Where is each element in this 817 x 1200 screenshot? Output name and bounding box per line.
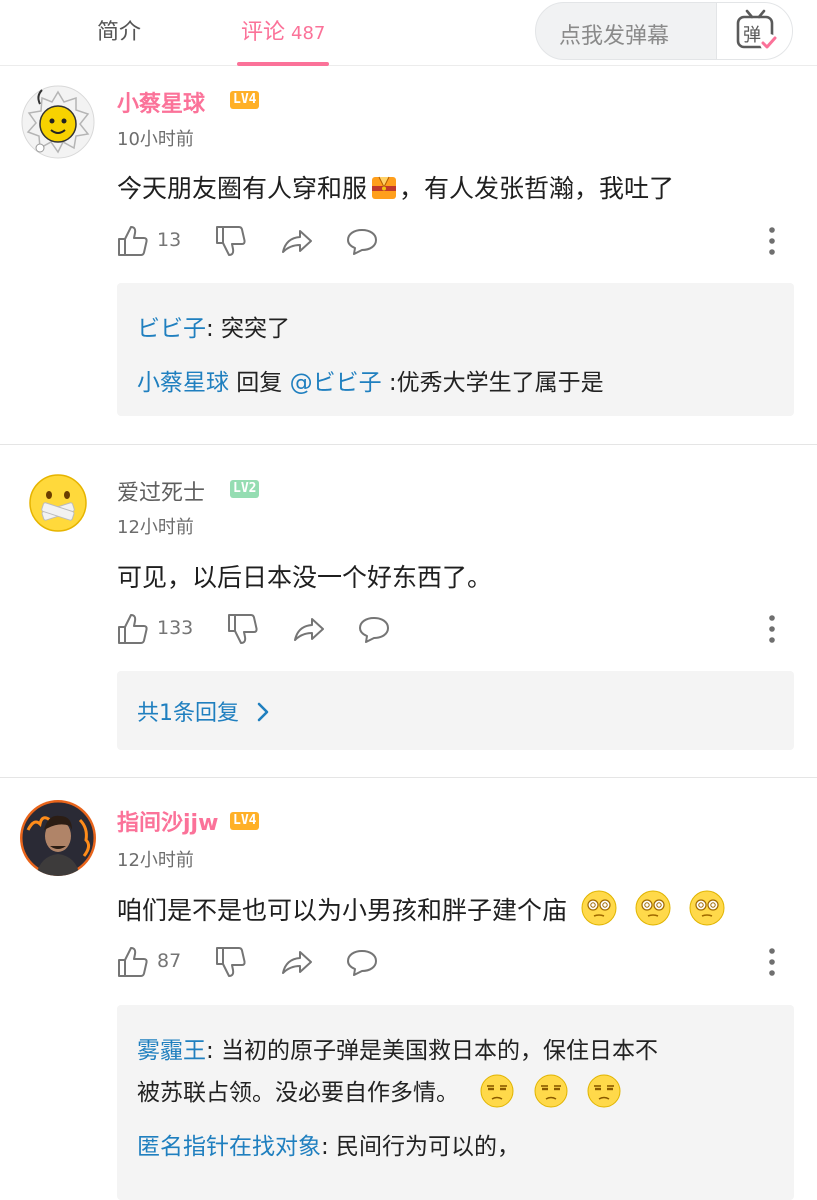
reply-text: : 民间行为可以的， — [321, 1134, 521, 1160]
comment-text-part: 今天朋友圈有人穿和服 — [117, 174, 368, 203]
top-tab-bar: 简介 评论 487 点我发弹幕 弹 — [0, 0, 817, 66]
view-replies-link[interactable]: 共1条回复 — [137, 695, 270, 727]
reply-text: 被苏联占领。没必要自作多情。 — [137, 1080, 459, 1106]
reply-username[interactable]: ビビ子 — [137, 316, 206, 342]
reply-icon[interactable] — [357, 612, 391, 646]
danmaku-placeholder: 点我发弹幕 — [559, 24, 670, 49]
unamused-face-emoji-icon — [534, 1074, 568, 1107]
share-icon[interactable] — [280, 945, 314, 979]
like-icon[interactable] — [117, 224, 149, 258]
comment-username[interactable]: 爱过死士 — [117, 475, 205, 507]
share-icon[interactable] — [280, 224, 314, 258]
reply-preview-box[interactable]: ビビ子: 突突了 小蔡星球 回复 @ビビ子 :优秀大学生了属于是 — [117, 283, 794, 416]
more-options-icon[interactable] — [765, 224, 779, 258]
comment-item: 指间沙jjw LV4 12小时前 咱们是不是也可以为小男孩和胖子建个庙 87 雾… — [0, 778, 817, 1200]
danmaku-toggle-button[interactable]: 弹 — [716, 3, 792, 59]
more-options-icon[interactable] — [765, 612, 779, 646]
avatar[interactable] — [20, 84, 96, 160]
avatar-photo-icon — [20, 800, 96, 876]
reply-preview-box[interactable]: 雾霾王: 当初的原子弹是美国救日本的，保住日本不 被苏联占领。没必要自作多情。 — [117, 1005, 794, 1200]
reply-username[interactable]: 小蔡星球 — [137, 370, 229, 396]
comment-actions: 87 — [117, 945, 797, 979]
reply-text: : 当初的原子弹是美国救日本的，保住日本不 — [206, 1038, 659, 1064]
comment-actions: 13 — [117, 224, 797, 258]
dizzy-face-emoji-icon — [689, 890, 725, 926]
comment-time: 12小时前 — [117, 850, 194, 871]
chevron-right-icon — [257, 702, 269, 722]
unamused-face-emoji-icon — [587, 1074, 621, 1107]
reply-item: 雾霾王: 当初的原子弹是美国救日本的，保住日本不 — [137, 1031, 658, 1065]
like-icon[interactable] — [117, 612, 149, 646]
avatar-zipped-mouth-emoji-icon — [29, 474, 87, 532]
avatar-lion-icon — [21, 85, 95, 159]
avatar[interactable] — [28, 473, 88, 533]
replies-count-label: 共1条回复 — [137, 701, 239, 726]
tab-intro[interactable]: 简介 — [97, 14, 141, 46]
more-options-icon[interactable] — [765, 945, 779, 979]
comment-text: 今天朋友圈有人穿和服 ，有人发张哲瀚，我吐了 — [117, 169, 674, 205]
reply-username[interactable]: 匿名指针在找对象 — [137, 1134, 321, 1160]
comments-count: 487 — [291, 23, 326, 44]
like-count: 87 — [157, 950, 182, 972]
reply-item: 小蔡星球 回复 @ビビ子 :优秀大学生了属于是 — [137, 363, 604, 397]
comment-text: 咱们是不是也可以为小男孩和胖子建个庙 — [117, 890, 725, 927]
replies-summary-box[interactable]: 共1条回复 — [117, 671, 794, 750]
user-level-badge: LV2 — [230, 480, 260, 498]
reply-icon[interactable] — [345, 224, 379, 258]
unamused-face-emoji-icon — [480, 1074, 514, 1107]
like-count: 133 — [157, 617, 194, 639]
reply-item: 匿名指针在找对象: 民间行为可以的， — [137, 1127, 520, 1161]
comment-time: 10小时前 — [117, 129, 194, 150]
danmaku-input[interactable]: 点我发弹幕 弹 — [535, 2, 793, 60]
reply-text: : 突突了 — [206, 316, 291, 342]
dislike-icon[interactable] — [227, 612, 259, 646]
comment-text-tail: ，有人发张哲瀚，我吐了 — [399, 174, 675, 203]
tab-comments[interactable]: 评论 487 — [241, 14, 325, 46]
reply-text: :优秀大学生了属于是 — [381, 370, 604, 396]
reply-icon[interactable] — [345, 945, 379, 979]
danmaku-icon-char: 弹 — [743, 25, 761, 46]
user-level-badge: LV4 — [230, 812, 260, 830]
comment-username[interactable]: 小蔡星球 — [117, 86, 205, 118]
comment-actions: 133 — [117, 612, 797, 646]
reply-username[interactable]: 雾霾王 — [137, 1038, 206, 1064]
dislike-icon[interactable] — [215, 945, 247, 979]
dizzy-face-emoji-icon — [581, 890, 617, 926]
comment-item: 小蔡星球 LV4 10小时前 今天朋友圈有人穿和服 ，有人发张哲瀚，我吐了 13… — [0, 66, 817, 444]
tab-comments-label: 评论 — [241, 20, 286, 45]
reply-mention[interactable]: @ビビ子 — [290, 370, 382, 396]
danmaku-icon: 弹 — [736, 9, 778, 52]
like-count: 13 — [157, 229, 182, 251]
comment-item: 爱过死士 LV2 12小时前 可见，以后日本没一个好东西了。 133 共1条回复 — [0, 445, 817, 777]
share-icon[interactable] — [292, 612, 326, 646]
kimono-emoji-icon — [372, 176, 397, 199]
comment-text: 可见，以后日本没一个好东西了。 — [117, 563, 493, 592]
avatar[interactable] — [20, 800, 96, 876]
like-icon[interactable] — [117, 945, 149, 979]
comment-text-part: 咱们是不是也可以为小男孩和胖子建个庙 — [117, 896, 568, 925]
reply-item-continued: 被苏联占领。没必要自作多情。 — [137, 1073, 621, 1108]
reply-item: ビビ子: 突突了 — [137, 309, 290, 343]
comment-username[interactable]: 指间沙jjw — [117, 805, 218, 837]
reply-mid: 回复 — [229, 370, 290, 396]
dizzy-face-emoji-icon — [635, 890, 671, 926]
user-level-badge: LV4 — [230, 91, 260, 109]
dislike-icon[interactable] — [215, 224, 247, 258]
comment-time: 12小时前 — [117, 517, 194, 538]
